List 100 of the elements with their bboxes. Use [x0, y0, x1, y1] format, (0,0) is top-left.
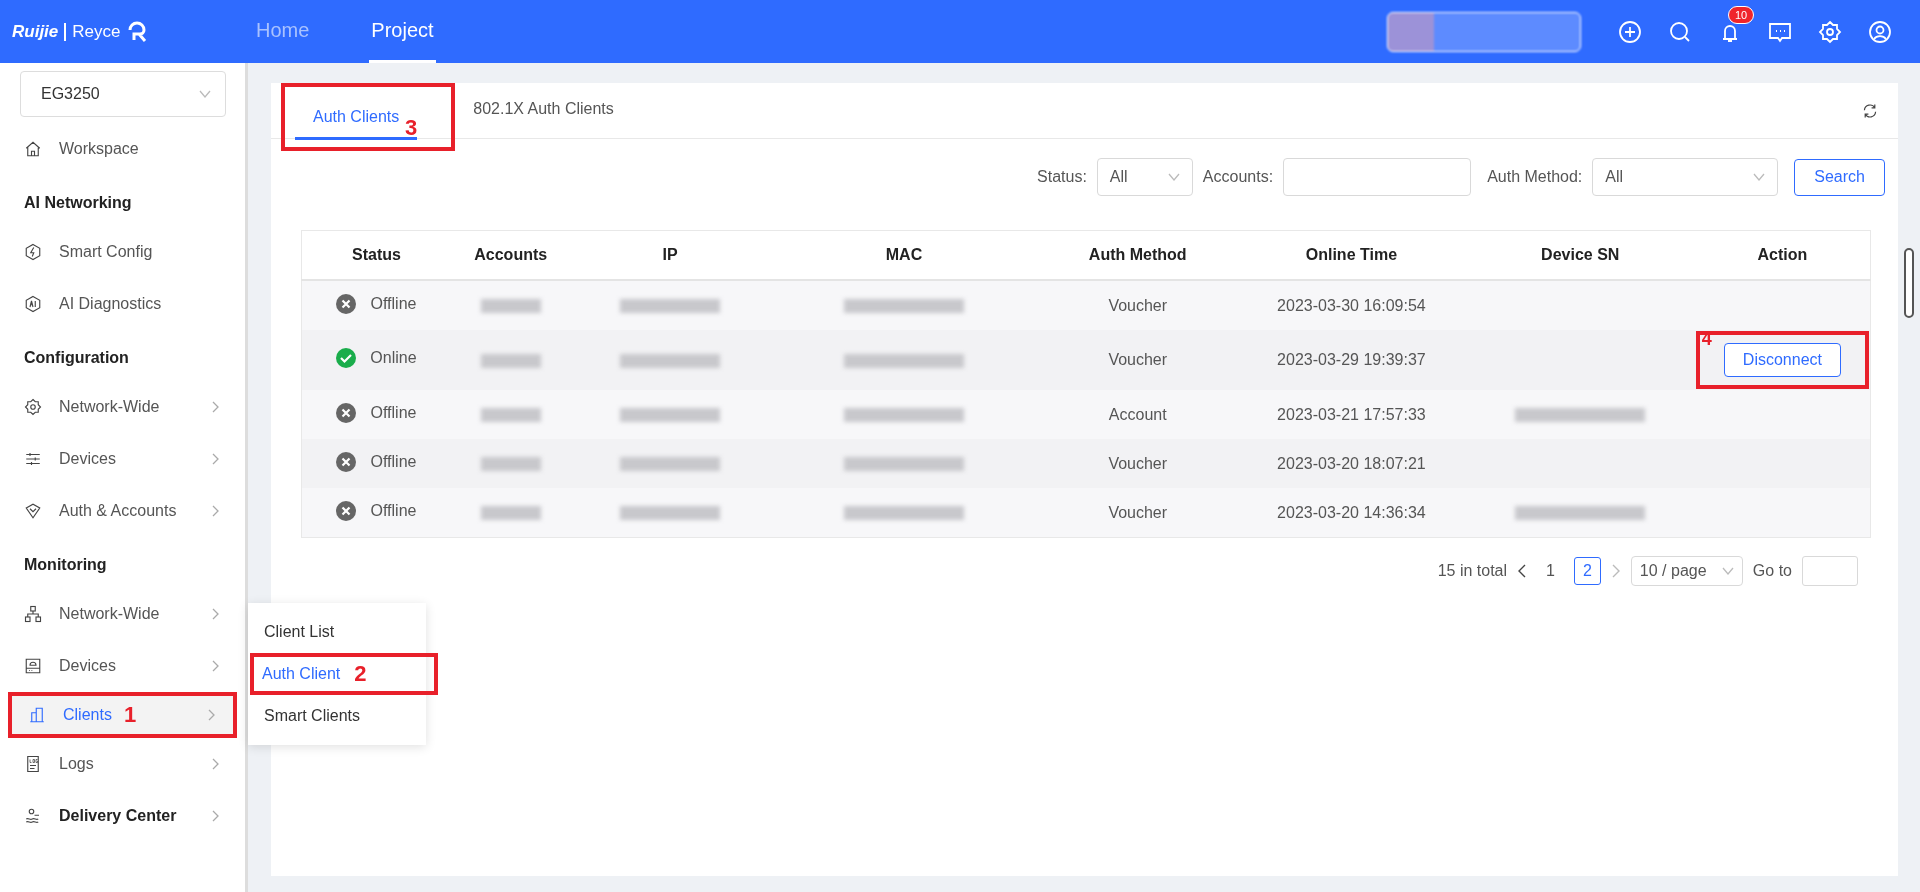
column-header: Action — [1694, 230, 1871, 280]
table-cell: Voucher — [1038, 439, 1238, 488]
callout-number: 3 — [405, 115, 418, 141]
select-value: All — [1109, 168, 1128, 186]
status-text: Online — [370, 349, 417, 367]
user-icon[interactable] — [1868, 19, 1892, 44]
table-cell: Voucher — [1038, 280, 1238, 330]
sidebar-item[interactable]: Devices — [0, 433, 245, 485]
item-label: Logs — [59, 755, 95, 773]
sidebar-item[interactable]: Logs — [0, 738, 245, 790]
sidebar-item[interactable]: Smart Config — [0, 226, 245, 278]
field-label: Accounts: — [1202, 168, 1274, 186]
column-header: Online Time — [1237, 230, 1466, 280]
redacted-text — [480, 408, 541, 423]
search-icon[interactable] — [1668, 19, 1692, 44]
status-text: Offline — [370, 501, 417, 520]
field-label: Status: — [1037, 168, 1087, 186]
select-value: EG3250 — [41, 85, 100, 103]
chevron-down-icon — [1753, 173, 1766, 181]
page-button[interactable]: 2 — [1573, 557, 1601, 585]
menu-item[interactable]: Smart Clients — [248, 695, 426, 737]
page-size-select[interactable]: 10 / page — [1630, 556, 1743, 586]
table-cell: 2023-03-20 18:07:21 — [1237, 439, 1466, 488]
item-label: Network-Wide — [59, 398, 161, 416]
column-header: Device SN — [1465, 230, 1695, 280]
nav-tab[interactable]: Project — [369, 0, 436, 63]
home-icon — [24, 140, 42, 158]
section-heading: Configuration — [23, 348, 130, 368]
sidebar-item[interactable]: Delivery Center — [0, 790, 245, 842]
tab[interactable]: 802.1X Auth Clients — [455, 89, 632, 132]
scrollbar[interactable] — [1904, 248, 1914, 318]
sidebar-item[interactable]: Network-Wide — [0, 588, 245, 640]
item-label: Clients — [63, 706, 112, 724]
redacted-text — [480, 353, 541, 368]
section-heading: AI Networking — [23, 193, 133, 213]
column-header: Accounts — [450, 230, 571, 280]
callout-number: 2 — [354, 661, 367, 687]
total-count: 15 in total — [1437, 562, 1508, 580]
menu-item[interactable]: Auth Client — [254, 657, 349, 691]
column-header: Auth Method — [1038, 230, 1238, 280]
status-text: Offline — [370, 294, 417, 313]
table-cell: 2023-03-30 16:09:54 — [1237, 280, 1466, 330]
logo-divider — [64, 22, 67, 41]
item-label: Delivery Center — [59, 807, 178, 825]
redacted-text — [480, 299, 541, 314]
logo-text: Ruijie — [12, 21, 59, 42]
logo-text: Reyce — [72, 21, 121, 42]
item-label: Devices — [59, 450, 117, 468]
table-cell: 2023-03-21 17:57:33 — [1237, 390, 1466, 439]
chevron-down-icon — [199, 90, 211, 98]
page-button[interactable]: 1 — [1537, 557, 1564, 585]
disconnect-button[interactable]: Disconnect — [1723, 343, 1841, 377]
table-cell: Account — [1038, 390, 1238, 439]
chevron-down-icon — [1721, 567, 1734, 575]
gear-icon — [24, 398, 42, 416]
sidebar-item[interactable]: Auth & Accounts — [0, 485, 245, 537]
status-select[interactable]: All — [1096, 158, 1193, 196]
auth-method-select[interactable]: All — [1592, 158, 1779, 196]
status-text: Offline — [370, 403, 417, 422]
table-cell: Voucher — [1038, 330, 1238, 390]
column-header: IP — [570, 230, 770, 280]
item-label: AI Diagnostics — [59, 295, 163, 313]
refresh-icon[interactable] — [1862, 102, 1878, 119]
select-value: 10 / page — [1639, 562, 1707, 580]
goto-label: Go to — [1752, 562, 1792, 580]
sliders-icon — [24, 450, 42, 468]
table-cell: 2023-03-29 19:39:37 — [1237, 330, 1466, 390]
item-label: Workspace — [59, 140, 140, 158]
item-label: Devices — [59, 657, 117, 675]
section-heading: Monitoring — [23, 555, 108, 575]
table-cell: 2023-03-20 14:36:34 — [1237, 488, 1466, 538]
plus-icon[interactable] — [1618, 19, 1642, 44]
chevron-left-icon[interactable] — [1517, 564, 1528, 578]
log-icon — [24, 755, 42, 773]
person-wave-icon — [24, 807, 42, 825]
sidebar-item[interactable]: AI Diagnostics — [0, 278, 245, 330]
search-button[interactable]: Search — [1794, 158, 1885, 196]
column-header: Status — [301, 230, 451, 280]
sidebar-item[interactable]: Devices — [0, 640, 245, 692]
table-cell: Voucher — [1038, 488, 1238, 538]
settings-icon[interactable] — [1818, 19, 1842, 44]
status-text: Offline — [370, 452, 417, 471]
shield-check-icon — [24, 502, 42, 520]
redacted-text — [480, 457, 541, 472]
item-label: Smart Config — [59, 243, 154, 261]
chevron-down-icon — [1167, 173, 1180, 181]
page-input[interactable] — [1802, 556, 1858, 586]
field-label: Auth Method: — [1487, 168, 1583, 186]
item-label: Auth & Accounts — [59, 502, 178, 520]
sidebar-item[interactable]: Workspace — [0, 123, 245, 175]
hexagon-bolt-icon — [24, 243, 42, 261]
menu-item[interactable]: Client List — [248, 611, 426, 653]
notification-badge: 10 — [1728, 5, 1755, 24]
select-value: All — [1605, 168, 1624, 186]
item-label: Network-Wide — [59, 605, 161, 623]
hexagon-ai-icon — [24, 295, 42, 313]
accounts-input[interactable] — [1283, 158, 1472, 196]
device-select[interactable]: EG3250 — [20, 71, 226, 117]
sidebar-item[interactable]: Network-Wide — [0, 381, 245, 433]
column-header: MAC — [769, 230, 1039, 280]
